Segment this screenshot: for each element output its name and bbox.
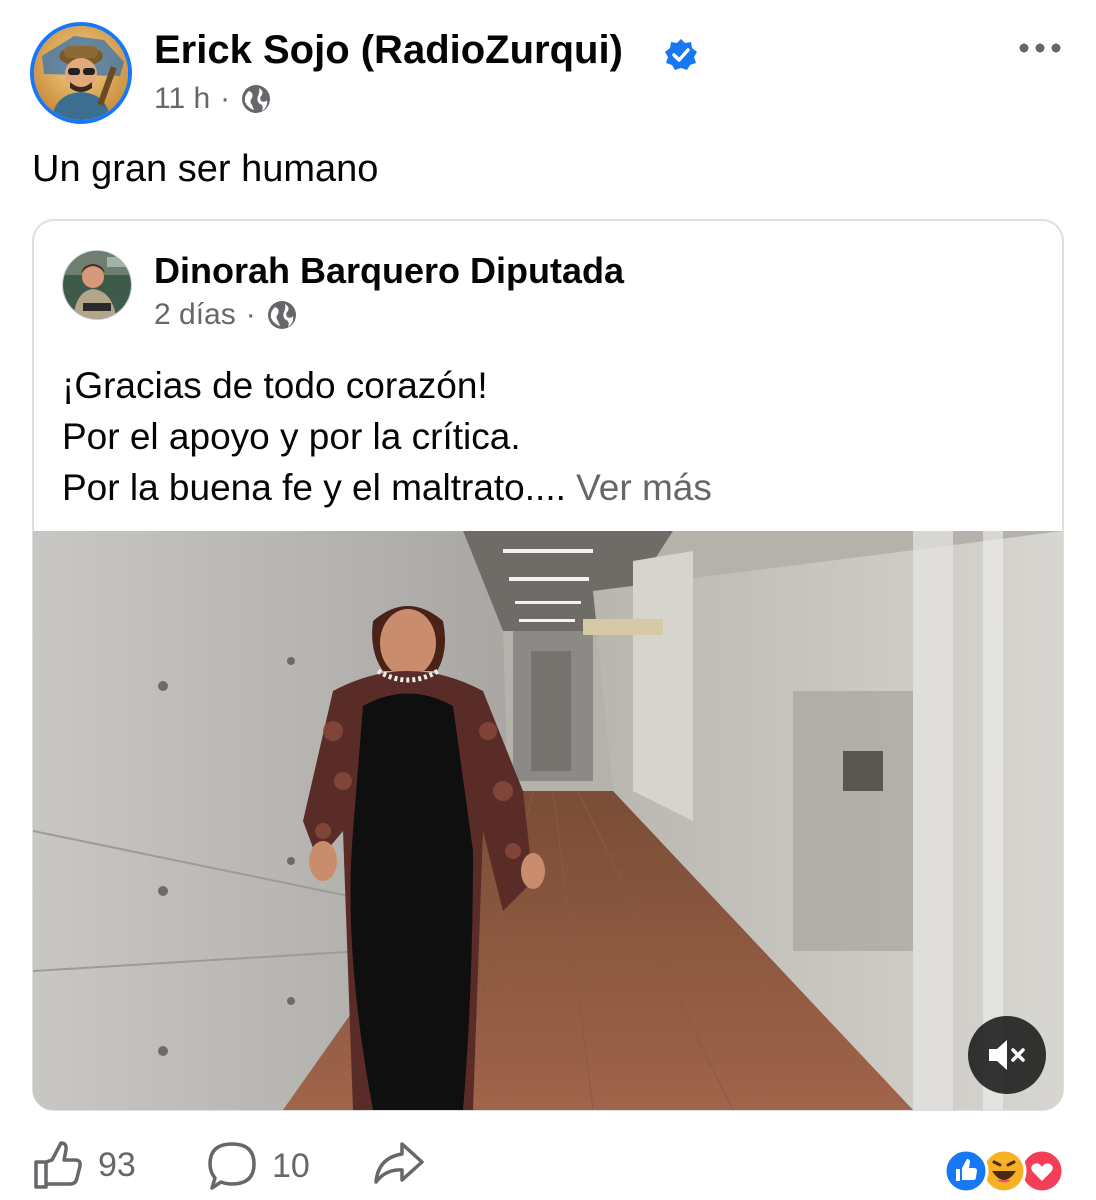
- shared-post-timestamp[interactable]: 2 días: [154, 298, 236, 332]
- mute-icon: [989, 1040, 1025, 1070]
- shared-post-meta: 2 días ·: [154, 298, 298, 332]
- video-player[interactable]: [33, 531, 1063, 1110]
- more-options-icon[interactable]: [1018, 38, 1062, 58]
- reactions-summary[interactable]: [942, 1147, 1066, 1195]
- verified-badge-icon: [665, 39, 697, 70]
- share-button[interactable]: [372, 1140, 426, 1186]
- globe-icon: [242, 85, 271, 113]
- like-button[interactable]: 93: [32, 1140, 136, 1190]
- shared-author-name[interactable]: Dinorah Barquero Diputada: [154, 250, 624, 292]
- post-text: Un gran ser humano: [32, 148, 379, 190]
- haha-reaction-icon: [981, 1148, 1027, 1194]
- shared-text-line-content: Por la buena fe y el maltrato....: [62, 467, 566, 508]
- comment-count: 10: [272, 1146, 310, 1185]
- shared-author-avatar[interactable]: [62, 250, 132, 320]
- globe-icon: [267, 301, 296, 329]
- post-meta: 11 h ·: [154, 82, 272, 116]
- like-reaction-icon: [943, 1148, 989, 1194]
- see-more-link[interactable]: Ver más: [576, 467, 712, 508]
- shared-text-line: Por la buena fe y el maltrato.... Ver má…: [62, 462, 712, 513]
- post-timestamp[interactable]: 11 h: [154, 82, 210, 116]
- like-icon: [34, 1141, 82, 1189]
- shared-text-line: Por el apoyo y por la crítica.: [62, 416, 521, 457]
- share-icon: [374, 1142, 424, 1184]
- author-name[interactable]: Erick Sojo (RadioZurqui): [154, 28, 623, 73]
- shared-text-line: ¡Gracias de todo corazón!: [62, 365, 488, 406]
- author-avatar[interactable]: [30, 22, 132, 124]
- meta-separator: ·: [220, 82, 231, 115]
- comment-button[interactable]: 10: [206, 1140, 310, 1192]
- love-reaction-icon: [1019, 1148, 1065, 1194]
- comment-icon: [208, 1142, 256, 1190]
- mute-button[interactable]: [968, 1016, 1046, 1094]
- meta-separator: ·: [245, 298, 256, 331]
- like-count: 93: [98, 1145, 136, 1184]
- shared-post-text: ¡Gracias de todo corazón! Por el apoyo y…: [62, 360, 712, 513]
